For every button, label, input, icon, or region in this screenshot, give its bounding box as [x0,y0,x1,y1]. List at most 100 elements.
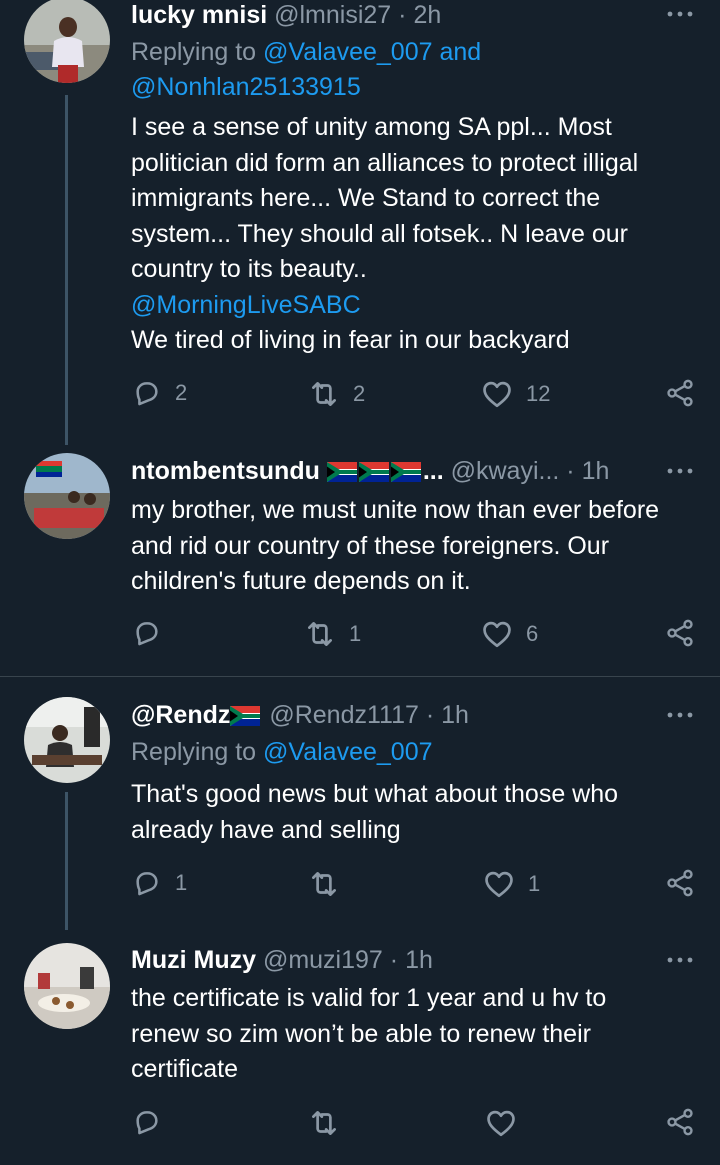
thread-line [65,792,68,930]
replying-to-continued: @Nonhlan25133915 [131,70,361,105]
tweet-text-line: We tired of living in fear in our backya… [131,326,570,354]
avatar[interactable] [24,943,110,1029]
tweet-text-line: certificate [131,1055,238,1083]
share-icon [664,377,696,409]
share-icon [664,867,696,899]
timestamp[interactable]: 1h [441,701,469,729]
south-africa-flag-icon [391,462,421,482]
heart-icon [482,867,516,901]
like-count: 1 [528,871,541,896]
tweet[interactable]: lucky mnisi @lmnisi27 · 2h Replying to @… [0,0,720,445]
separator: · [566,457,575,485]
tweet[interactable]: @Rendz @Rendz1117 · 1h Replying to @Vala… [0,677,720,930]
tweet-text: the certificate is valid for 1 year and … [131,981,701,1088]
like-button[interactable]: 6 [480,617,538,651]
display-name[interactable]: Muzi Muzy [131,946,256,974]
retweet-button[interactable]: 2 [307,377,365,411]
share-button[interactable] [664,617,696,649]
avatar[interactable] [24,0,110,83]
mention-link[interactable]: @Nonhlan25133915 [131,73,361,101]
tweet-text-line: children's future depends on it. [131,567,471,595]
heart-icon [480,377,514,411]
tweet-text-line: the certificate is valid for 1 year and … [131,984,607,1012]
reply-button[interactable]: 2 [131,377,187,409]
mention-and[interactable]: and [439,38,481,66]
avatar[interactable] [24,697,110,783]
retweet-icon [303,617,337,651]
tweet-actions: 2 2 12 [0,377,720,417]
replying-to-label: Replying to [131,38,257,66]
reply-icon [131,867,163,899]
display-name[interactable]: @Rendz [131,701,230,729]
mention-link[interactable]: @Valavee_007 [263,738,432,766]
separator: · [389,946,399,974]
retweet-count: 2 [353,381,366,406]
separator: · [398,1,407,29]
timestamp[interactable]: 1h [582,457,610,485]
user-handle[interactable]: @Rendz1117 [269,701,419,729]
tweet-actions [0,1106,720,1146]
replying-to: Replying to @Valavee_007 and [131,35,481,70]
retweet-icon [307,1106,341,1140]
share-button[interactable] [664,867,696,899]
user-handle[interactable]: @kwayi... [451,457,560,485]
tweet-text-line: system... They should all fotsek.. N lea… [131,219,628,248]
reply-icon [131,377,163,409]
mention-link[interactable]: @Valavee_007 [263,38,432,66]
tweet-text-line: already have and selling [131,815,401,844]
tweet-text-line: and rid our country of these foreigners.… [131,531,610,560]
replying-to-label: Replying to [131,738,257,766]
more-options-icon[interactable] [666,952,694,968]
tweet-header: lucky mnisi @lmnisi27 · 2h [131,0,650,30]
tweet-text-line: I see a sense of unity among SA ppl... M… [131,113,612,141]
tweet-text: That's good news but what about those wh… [131,777,701,848]
tweet-text: I see a sense of unity among SA ppl... M… [131,110,701,359]
tweet[interactable]: ntombentsundu ... @kwayi... · 1h my brot… [0,445,720,676]
like-button[interactable] [484,1106,518,1140]
tweet-text-line: immigrants here... We Stand to correct t… [131,184,601,212]
retweet-button[interactable] [307,1106,341,1140]
reply-icon [131,617,163,649]
share-button[interactable] [664,377,696,409]
reply-button[interactable] [131,1106,163,1138]
display-name[interactable]: lucky mnisi [131,1,267,29]
more-options-icon[interactable] [666,463,694,479]
retweet-icon [307,377,341,411]
share-icon [664,1106,696,1138]
heart-icon [484,1106,518,1140]
retweet-button[interactable] [307,867,341,901]
reply-button[interactable]: 1 [131,867,187,899]
tweet-actions: 1 1 [0,867,720,907]
more-options-icon[interactable] [666,707,694,723]
reply-count: 1 [175,870,188,895]
tweet-text-line: my brother, we must unite now than ever … [131,496,660,524]
display-name-ellipsis: ... [422,457,444,485]
tweet-header: Muzi Muzy @muzi197 · 1h [131,945,650,975]
reply-button[interactable] [131,617,163,649]
user-handle[interactable]: @lmnisi27 [274,1,391,29]
tweet-text-line: That's good news but what about those wh… [131,780,619,808]
mention-link[interactable]: @MorningLiveSABC [131,288,701,324]
tweet-text: my brother, we must unite now than ever … [131,493,701,600]
user-handle[interactable]: @muzi197 [263,946,383,974]
retweet-button[interactable]: 1 [303,617,361,651]
tweet-text-line: renew so zim won’t be able to renew thei… [131,1019,591,1048]
tweet-header: @Rendz @Rendz1117 · 1h [131,700,650,730]
display-name[interactable]: ntombentsundu [131,457,320,485]
share-icon [664,617,696,649]
separator: · [425,701,435,729]
share-button[interactable] [664,1106,696,1138]
tweet-text-line: country to its beauty.. [131,255,367,283]
retweet-count: 1 [349,621,362,646]
more-options-icon[interactable] [666,6,694,22]
south-africa-flag-icon [327,462,357,482]
south-africa-flag-icon [359,462,389,482]
avatar[interactable] [24,453,110,539]
like-button[interactable]: 1 [482,867,540,901]
like-button[interactable]: 12 [480,377,550,411]
south-africa-flag-icon [230,706,260,726]
timestamp[interactable]: 1h [405,946,433,974]
tweet-text-line: politician did form an alliances to prot… [131,148,639,177]
timestamp[interactable]: 2h [413,1,441,29]
tweet[interactable]: Muzi Muzy @muzi197 · 1h the certificate … [0,930,720,1165]
